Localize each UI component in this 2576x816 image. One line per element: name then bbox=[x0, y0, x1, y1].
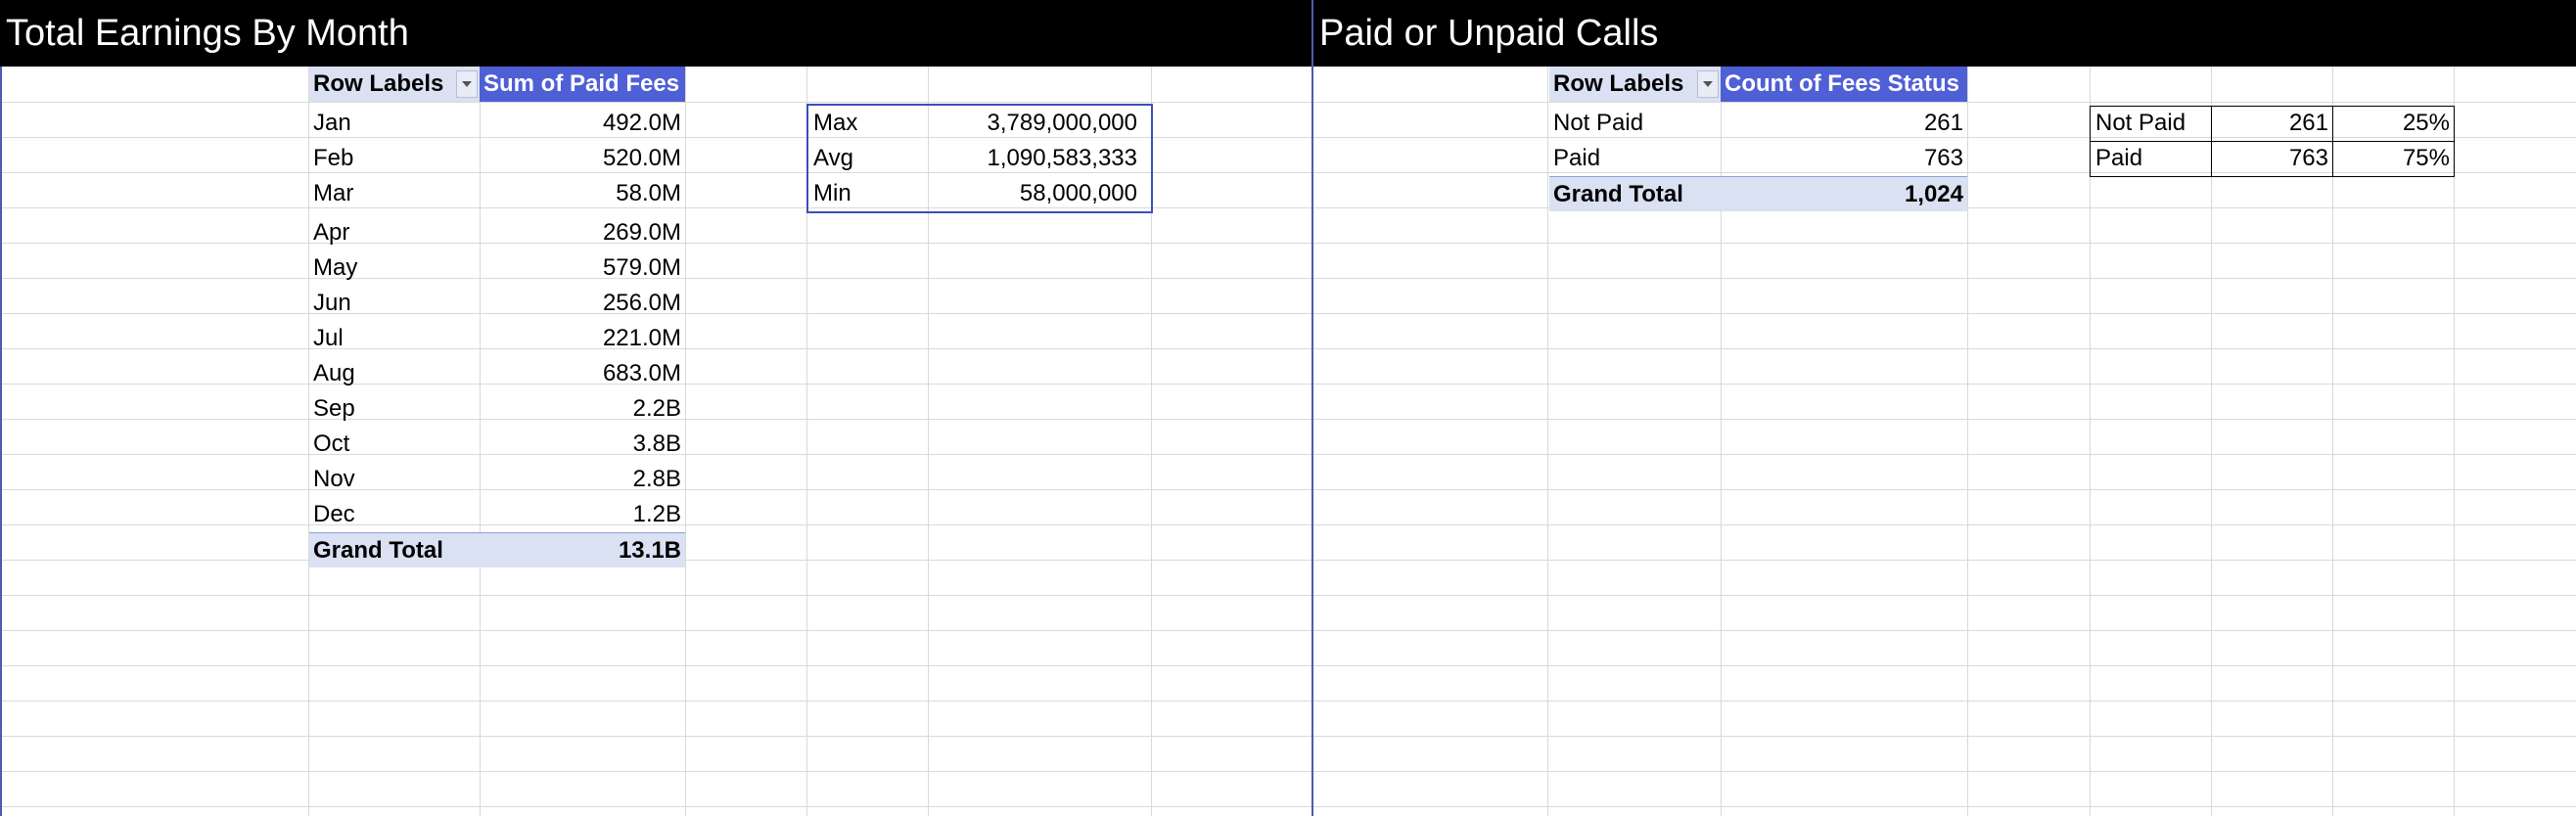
pivot-row-label[interactable]: Apr bbox=[309, 215, 480, 250]
pivot-row-value[interactable]: 3.8B bbox=[480, 427, 685, 462]
pivot-row-value[interactable]: 2.2B bbox=[480, 391, 685, 427]
summary-count[interactable]: 763 bbox=[2211, 141, 2332, 176]
pivot-header-row-labels[interactable]: Row Labels bbox=[309, 67, 480, 102]
right-panel-title: Paid or Unpaid Calls bbox=[1313, 0, 2576, 67]
pivot-row-label[interactable]: May bbox=[309, 250, 480, 286]
pivot-row-label[interactable]: Jun bbox=[309, 286, 480, 321]
pivot-header-value[interactable]: Count of Fees Status bbox=[1721, 67, 1967, 102]
stat-min-label[interactable]: Min bbox=[809, 176, 927, 211]
pivot-header-row-labels-text: Row Labels bbox=[313, 70, 444, 97]
pivot-row-value[interactable]: 256.0M bbox=[480, 286, 685, 321]
pivot-header-row-labels[interactable]: Row Labels bbox=[1549, 67, 1721, 102]
filter-dropdown-icon[interactable] bbox=[456, 70, 478, 98]
sheet-left-border bbox=[0, 0, 2, 816]
pivot-row-label[interactable]: Sep bbox=[309, 391, 480, 427]
filter-dropdown-icon[interactable] bbox=[1697, 70, 1719, 98]
pivot-row-label[interactable]: Paid bbox=[1549, 141, 1721, 176]
summary-label[interactable]: Not Paid bbox=[2092, 106, 2211, 141]
summary-pct[interactable]: 75% bbox=[2332, 141, 2454, 176]
pivot-row-value[interactable]: 221.0M bbox=[480, 321, 685, 356]
pivot-grand-total-value[interactable]: 13.1B bbox=[480, 532, 685, 567]
stat-avg-label[interactable]: Avg bbox=[809, 141, 927, 176]
pivot-header-value[interactable]: Sum of Paid Fees bbox=[480, 67, 685, 102]
summary-pct[interactable]: 25% bbox=[2332, 106, 2454, 141]
pivot-row-value[interactable]: 261 bbox=[1721, 106, 1967, 141]
pivot-row-label[interactable]: Jul bbox=[309, 321, 480, 356]
panel-divider bbox=[1311, 0, 1313, 816]
left-panel-title: Total Earnings By Month bbox=[0, 0, 1311, 67]
pivot-row-value[interactable]: 520.0M bbox=[480, 141, 685, 176]
stat-max-label[interactable]: Max bbox=[809, 106, 927, 141]
pivot-row-value[interactable]: 2.8B bbox=[480, 462, 685, 497]
pivot-row-label[interactable]: Aug bbox=[309, 356, 480, 391]
pivot-row-label[interactable]: Jan bbox=[309, 106, 480, 141]
pivot-row-label[interactable]: Nov bbox=[309, 462, 480, 497]
pivot-header-row-labels-text: Row Labels bbox=[1553, 70, 1684, 97]
pivot-row-value[interactable]: 579.0M bbox=[480, 250, 685, 286]
pivot-row-value[interactable]: 58.0M bbox=[480, 176, 685, 211]
pivot-row-value[interactable]: 1.2B bbox=[480, 497, 685, 532]
stat-max-value[interactable]: 3,789,000,000 bbox=[928, 106, 1141, 141]
pivot-grand-total-value[interactable]: 1,024 bbox=[1721, 176, 1967, 211]
pivot-row-label[interactable]: Not Paid bbox=[1549, 106, 1721, 141]
pivot-row-label[interactable]: Mar bbox=[309, 176, 480, 211]
pivot-row-label[interactable]: Feb bbox=[309, 141, 480, 176]
summary-count[interactable]: 261 bbox=[2211, 106, 2332, 141]
summary-label[interactable]: Paid bbox=[2092, 141, 2211, 176]
stat-avg-value[interactable]: 1,090,583,333 bbox=[928, 141, 1141, 176]
pivot-row-label[interactable]: Oct bbox=[309, 427, 480, 462]
pivot-row-label[interactable]: Dec bbox=[309, 497, 480, 532]
pivot-row-value[interactable]: 492.0M bbox=[480, 106, 685, 141]
pivot-grand-total-label[interactable]: Grand Total bbox=[309, 532, 480, 567]
stat-min-value[interactable]: 58,000,000 bbox=[928, 176, 1141, 211]
pivot-row-value[interactable]: 763 bbox=[1721, 141, 1967, 176]
pivot-grand-total-label[interactable]: Grand Total bbox=[1549, 176, 1721, 211]
pivot-row-value[interactable]: 683.0M bbox=[480, 356, 685, 391]
pivot-row-value[interactable]: 269.0M bbox=[480, 215, 685, 250]
